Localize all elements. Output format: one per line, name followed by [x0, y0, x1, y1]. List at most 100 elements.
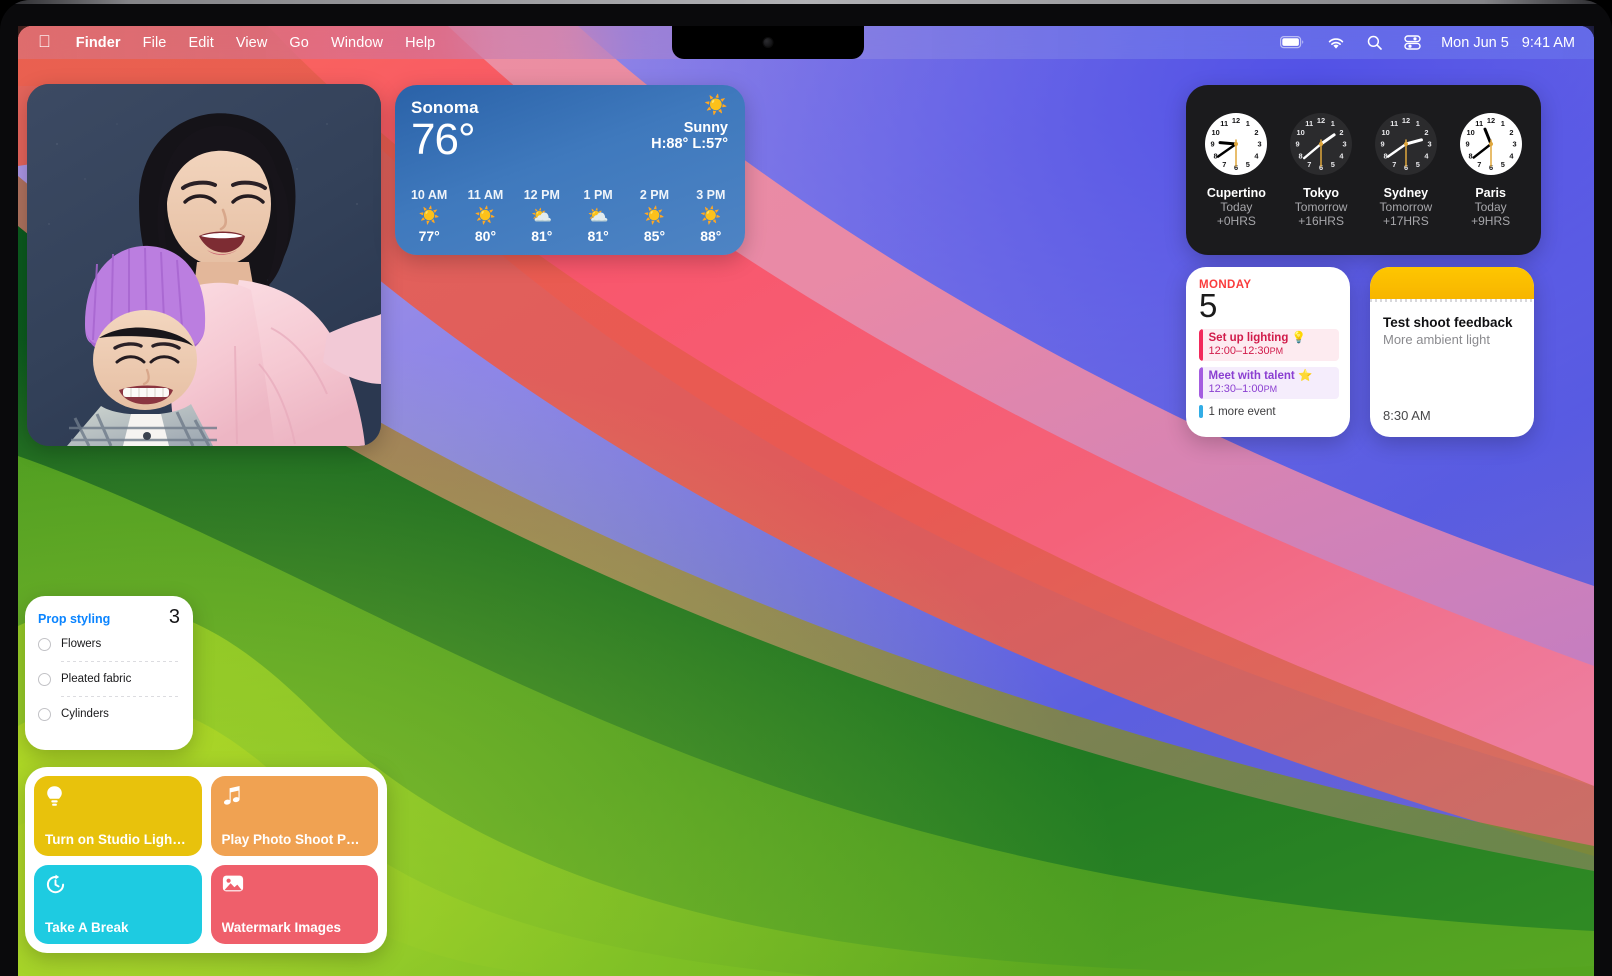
- svg-text:8: 8: [1299, 151, 1303, 160]
- clock-offset: +16HRS: [1298, 213, 1344, 228]
- forecast-hour: 11 AM ☀️ 80°: [460, 188, 510, 244]
- svg-text:11: 11: [1390, 119, 1398, 128]
- shortcuts-widget[interactable]: Turn on Studio Ligh… Play Photo Shoot P……: [25, 767, 387, 953]
- svg-text:11: 11: [1475, 119, 1483, 128]
- menu-item-go[interactable]: Go: [278, 33, 320, 53]
- event-color-bar: [1199, 405, 1203, 419]
- svg-text:5: 5: [1246, 160, 1250, 169]
- svg-text:7: 7: [1477, 160, 1481, 169]
- forecast-hour-temp: 81°: [531, 228, 553, 244]
- shortcut-tile[interactable]: Take A Break: [34, 864, 202, 944]
- music-note-icon: [222, 785, 368, 809]
- shortcut-tile[interactable]: Watermark Images: [210, 864, 378, 944]
- svg-text:10: 10: [1466, 127, 1474, 136]
- menubar-date[interactable]: Mon Jun 5: [1432, 33, 1513, 53]
- reminders-list: Flowers Pleated fabric Cylinders: [38, 627, 180, 731]
- note-subtitle: More ambient light: [1383, 332, 1490, 348]
- svg-text:12: 12: [1402, 116, 1410, 125]
- calendar-event[interactable]: Set up lighting 💡 12:00–12:30PM: [1199, 328, 1339, 361]
- clock-offset: +0HRS: [1216, 213, 1256, 228]
- svg-text:2: 2: [1255, 127, 1259, 136]
- menu-item-edit[interactable]: Edit: [177, 33, 224, 53]
- world-clock-widget[interactable]: 12 1 2 3 4 5 6 7 8 9 10 11 Cupertino Today +0HRS 12…: [1186, 85, 1541, 255]
- macbook-notch: [672, 26, 864, 59]
- svg-text:9: 9: [1211, 139, 1215, 148]
- desktop-screen:  Finder File Edit View Go Window Help: [18, 26, 1594, 976]
- sun-icon: ☀️: [474, 206, 497, 225]
- wifi-icon[interactable]: [1316, 34, 1356, 52]
- calendar-event[interactable]: Meet with talent ⭐ 12:30–1:00PM: [1199, 366, 1339, 400]
- world-clock-cell[interactable]: 12 1 2 3 4 5 6 7 8 9 10 11 Cupertino Today +0HRS: [1196, 112, 1276, 228]
- reminder-item[interactable]: Flowers: [38, 627, 180, 661]
- reminder-checkbox[interactable]: [38, 707, 51, 721]
- calendar-day-number: 5: [1199, 287, 1217, 324]
- shortcut-label: Play Photo Shoot P…: [221, 831, 360, 847]
- forecast-hour: 10 AM ☀️ 77°: [404, 188, 454, 244]
- svg-text:11: 11: [1221, 119, 1229, 128]
- calendar-more-events[interactable]: 1 more event: [1199, 405, 1339, 419]
- menu-item-view[interactable]: View: [225, 33, 279, 53]
- forecast-hour: 12 PM ⛅ 81°: [517, 188, 567, 244]
- reminder-checkbox[interactable]: [38, 637, 51, 651]
- notes-widget[interactable]: Test shoot feedback More ambient light 8…: [1370, 267, 1534, 437]
- svg-text:5: 5: [1331, 160, 1335, 169]
- svg-text:12: 12: [1317, 116, 1325, 125]
- menu-item-finder[interactable]: Finder: [65, 33, 132, 53]
- svg-text:8: 8: [1468, 151, 1472, 160]
- shortcut-tile[interactable]: Play Photo Shoot P…: [210, 776, 378, 856]
- menu-item-help[interactable]: Help: [394, 33, 446, 53]
- world-clock-cell[interactable]: 12 1 2 3 4 5 6 7 8 9 10 11 Paris Today +9HRS: [1451, 112, 1531, 228]
- svg-text:1: 1: [1500, 119, 1504, 128]
- reminders-header: Prop styling 3: [38, 607, 180, 627]
- search-icon[interactable]: [1356, 33, 1393, 52]
- shortcut-tile[interactable]: Turn on Studio Ligh…: [34, 776, 202, 856]
- forecast-hour-temp: 77°: [418, 228, 440, 244]
- weather-widget[interactable]: Sonoma 76° ☀️ Sunny H:88° L:57° 10 AM ☀️…: [395, 85, 745, 255]
- clock-day: Today: [1220, 199, 1253, 214]
- photos-widget[interactable]: [27, 84, 381, 446]
- clock-day: Tomorrow: [1294, 199, 1348, 214]
- clock-city: Cupertino: [1206, 185, 1266, 200]
- reminder-item[interactable]: Pleated fabric: [38, 662, 180, 696]
- photo-icon: [222, 874, 368, 896]
- clock-offset: +9HRS: [1471, 213, 1511, 228]
- forecast-hour: 2 PM ☀️ 85°: [629, 188, 679, 244]
- weather-condition: Sunny: [683, 120, 728, 136]
- apple-menu-icon[interactable]: : [35, 33, 65, 50]
- calendar-widget[interactable]: MONDAY 5 Set up lighting 💡 12:00–12:30PM…: [1186, 267, 1350, 437]
- note-title: Test shoot feedback: [1383, 315, 1513, 330]
- forecast-hour-temp: 81°: [587, 228, 609, 244]
- menubar-time[interactable]: 9:41 AM: [1513, 33, 1579, 53]
- svg-text:5: 5: [1416, 160, 1420, 169]
- reminders-widget[interactable]: Prop styling 3 Flowers Pleated fabric Cy…: [25, 596, 193, 750]
- clock-face-icon: 12 1234567891011: [1459, 112, 1522, 175]
- svg-text:7: 7: [1392, 160, 1396, 169]
- weather-high-low: H:88° L:57°: [651, 136, 728, 152]
- svg-text:10: 10: [1212, 127, 1220, 136]
- shortcut-label: Turn on Studio Ligh…: [45, 831, 186, 847]
- world-clock-cell[interactable]: 12 1 2 3 4 5 6 7 8 9 10 11 Sydney Tomorrow +17HRS: [1366, 112, 1446, 228]
- svg-text:1: 1: [1416, 119, 1420, 128]
- clock-day: Today: [1474, 199, 1507, 214]
- forecast-hour-label: 12 PM: [523, 188, 560, 202]
- svg-text:10: 10: [1381, 127, 1389, 136]
- control-center-icon[interactable]: [1393, 33, 1432, 52]
- svg-text:7: 7: [1307, 160, 1311, 169]
- sun-icon: ☀️: [643, 206, 666, 225]
- svg-text:9: 9: [1296, 139, 1300, 148]
- menu-item-file[interactable]: File: [132, 33, 178, 53]
- menu-item-window[interactable]: Window: [320, 33, 394, 53]
- world-clock-cell[interactable]: 12 1 2 3 4 5 6 7 8 9 10 11 Tokyo Tomorrow +16HRS: [1281, 112, 1361, 228]
- battery-icon[interactable]: [1269, 34, 1316, 51]
- svg-text:9: 9: [1465, 139, 1469, 148]
- clock-city: Sydney: [1383, 185, 1429, 200]
- clock-offset: +17HRS: [1383, 213, 1429, 228]
- event-time: 12:00–12:30PM: [1208, 344, 1284, 357]
- svg-text:9: 9: [1380, 139, 1384, 148]
- forecast-hour-label: 2 PM: [639, 188, 670, 202]
- svg-text:3: 3: [1427, 139, 1431, 148]
- reminder-checkbox[interactable]: [38, 672, 51, 686]
- forecast-hour-label: 10 AM: [410, 188, 448, 202]
- reminder-item[interactable]: Cylinders: [38, 697, 180, 731]
- clock-city: Paris: [1475, 185, 1506, 200]
